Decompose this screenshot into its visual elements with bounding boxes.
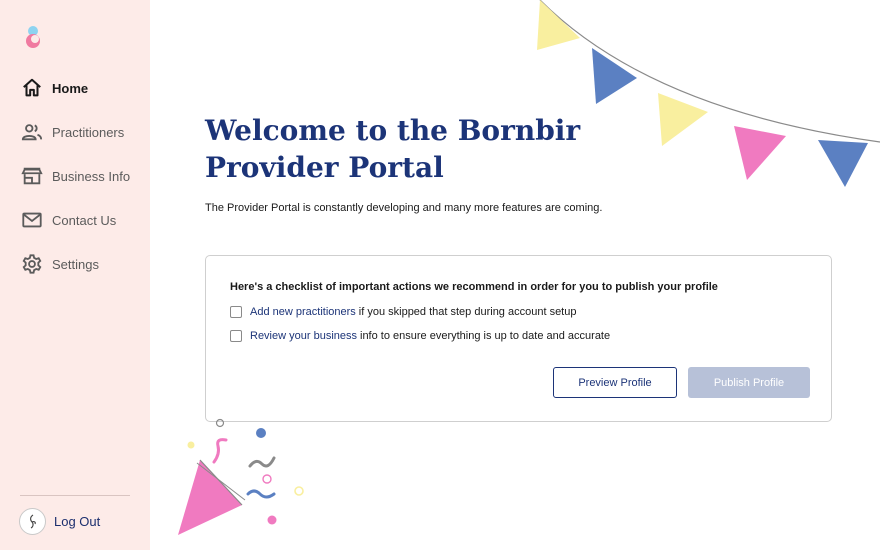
checklist-card: Here's a checklist of important actions … <box>205 255 832 422</box>
mail-icon <box>21 209 43 231</box>
checklist-item: Review your business info to ensure ever… <box>230 330 610 342</box>
sidebar-item-practitioners[interactable]: Practitioners <box>0 110 150 154</box>
party-hat <box>178 460 242 535</box>
people-icon <box>21 121 43 143</box>
sidebar-divider <box>20 495 130 496</box>
checklist-item-text: if you skipped that step during account … <box>358 306 577 318</box>
confetti-decoration <box>178 418 304 535</box>
avatar <box>19 508 46 535</box>
checklist-item-text: info to ensure everything is up to date … <box>360 330 611 342</box>
logout-label: Log Out <box>54 514 101 529</box>
sidebar: Home Practitioners Business Info Contact… <box>0 0 150 550</box>
sidebar-item-contact-us[interactable]: Contact Us <box>0 198 150 242</box>
page-subtitle: The Provider Portal is constantly develo… <box>205 202 603 214</box>
gear-icon <box>21 253 43 275</box>
home-icon <box>21 77 43 99</box>
preview-profile-button[interactable]: Preview Profile <box>553 367 677 398</box>
sidebar-item-business-info[interactable]: Business Info <box>0 154 150 198</box>
pennant-yellow-2 <box>658 93 708 146</box>
checklist-checkbox[interactable] <box>230 306 242 318</box>
pennant-pink-1 <box>734 126 786 180</box>
pennant-yellow-1 <box>537 0 580 50</box>
checklist-checkbox[interactable] <box>230 330 242 342</box>
sidebar-item-label: Practitioners <box>52 124 125 140</box>
sidebar-nav: Home Practitioners Business Info Contact… <box>0 66 150 286</box>
logout-button[interactable]: Log Out <box>19 508 100 535</box>
checklist-heading: Here's a checklist of important actions … <box>230 281 718 293</box>
store-icon <box>21 165 43 187</box>
review-business-link[interactable]: Review your business <box>250 330 357 342</box>
sidebar-item-label: Home <box>52 80 89 96</box>
sidebar-item-label: Settings <box>52 256 99 272</box>
pennant-blue-2 <box>818 140 868 187</box>
add-practitioners-link[interactable]: Add new practitioners <box>250 306 356 318</box>
sidebar-item-home[interactable]: Home <box>0 66 150 110</box>
sidebar-item-settings[interactable]: Settings <box>0 242 150 286</box>
pennant-blue-1 <box>592 48 637 104</box>
bornbir-logo <box>26 26 40 48</box>
sidebar-item-label: Business Info <box>52 168 131 184</box>
page-title: Welcome to the Bornbir Provider Portal <box>205 114 581 184</box>
checklist-item: Add new practitioners if you skipped tha… <box>230 306 576 318</box>
publish-profile-button[interactable]: Publish Profile <box>688 367 810 398</box>
sidebar-item-label: Contact Us <box>52 212 117 228</box>
